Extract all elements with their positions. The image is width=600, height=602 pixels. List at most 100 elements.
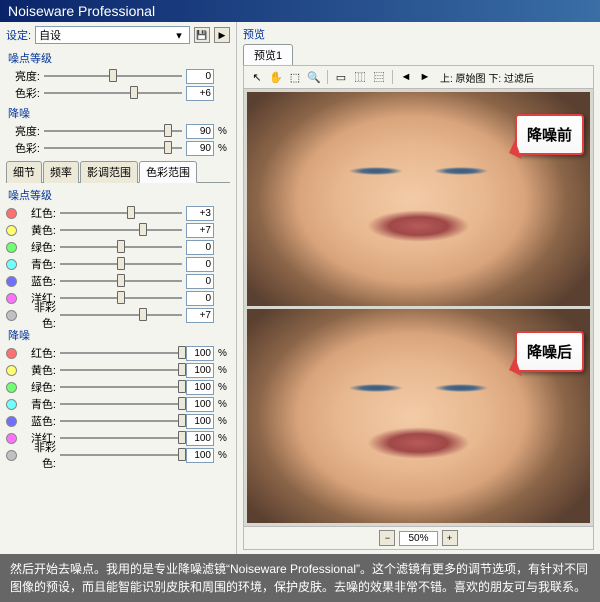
window-titlebar: Noiseware Professional [0, 0, 600, 22]
slider-value-input[interactable]: 0 [186, 274, 214, 289]
preset-value: 自设 [39, 27, 61, 43]
nav-right-icon[interactable]: ► [417, 69, 433, 85]
slider-value-input[interactable]: 0 [186, 240, 214, 255]
unit-label: % [218, 126, 230, 137]
slider[interactable] [60, 414, 182, 428]
slider[interactable] [60, 274, 182, 288]
zoom-bar: − 50% + [243, 527, 594, 550]
slider-value-input[interactable]: 100 [186, 397, 214, 412]
slider-value-input[interactable]: +6 [186, 86, 214, 101]
color-swatch [6, 225, 17, 236]
color-swatch [6, 293, 17, 304]
preset-forward-button[interactable]: ▶ [214, 27, 230, 43]
slider-value-input[interactable]: 0 [186, 257, 214, 272]
color-swatch [6, 259, 17, 270]
slider-label: 黄色: [22, 362, 56, 378]
separator [392, 70, 393, 84]
chevron-down-icon: ▾ [172, 29, 186, 42]
slider-row: 绿色: 0 [6, 239, 230, 255]
marquee-tool-icon[interactable]: ⬚ [287, 69, 303, 85]
slider-value-input[interactable]: +7 [186, 223, 214, 238]
slider-value-input[interactable]: 100 [186, 380, 214, 395]
tab-3[interactable]: 色彩范围 [139, 161, 197, 183]
slider[interactable] [60, 240, 182, 254]
slider-value-input[interactable]: 90 [186, 124, 214, 139]
slider[interactable] [60, 291, 182, 305]
slider-value-input[interactable]: +3 [186, 206, 214, 221]
slider[interactable] [60, 363, 182, 377]
slider-value-input[interactable]: 100 [186, 363, 214, 378]
color-swatch [6, 276, 17, 287]
preview-tab[interactable]: 预览1 [243, 44, 293, 65]
caption-text: 然后开始去噪点。我用的是专业降噪滤镜“Noiseware Professiona… [0, 554, 600, 602]
tab-0[interactable]: 细节 [6, 161, 42, 183]
unit-label: % [218, 433, 230, 444]
slider[interactable] [44, 69, 182, 83]
slider[interactable] [60, 380, 182, 394]
slider-row: 红色: 100% [6, 345, 230, 361]
slider[interactable] [60, 431, 182, 445]
preview-before-image[interactable]: 降噪前 [247, 92, 590, 306]
slider[interactable] [60, 257, 182, 271]
layout-split-h-icon[interactable]: ⿲ [352, 69, 368, 85]
color-swatch [6, 365, 17, 376]
unit-label: % [218, 365, 230, 376]
tab-2[interactable]: 影调范围 [80, 161, 138, 183]
color-swatch [6, 433, 17, 444]
slider[interactable] [60, 397, 182, 411]
slider[interactable] [60, 308, 182, 322]
app-body: 设定: 自设 ▾ 💾 ▶ 噪点等级 亮度: 0 色彩: +6 降噪 亮度: 90… [0, 22, 600, 554]
slider-label: 蓝色: [22, 413, 56, 429]
noise-level-header: 噪点等级 [8, 50, 230, 66]
slider-value-input[interactable]: 100 [186, 414, 214, 429]
unit-label: % [218, 348, 230, 359]
zoom-tool-icon[interactable]: 🔍 [306, 69, 322, 85]
preset-select[interactable]: 自设 ▾ [35, 26, 190, 44]
save-preset-button[interactable]: 💾 [194, 27, 210, 43]
slider-value-input[interactable]: +7 [186, 308, 214, 323]
slider-label: 亮度: [6, 68, 40, 84]
slider-value-input[interactable]: 100 [186, 431, 214, 446]
layout-single-icon[interactable]: ▭ [333, 69, 349, 85]
slider-value-input[interactable]: 0 [186, 291, 214, 306]
slider-value-input[interactable]: 90 [186, 141, 214, 156]
slider-value-input[interactable]: 100 [186, 346, 214, 361]
tab-bar: 细节频率影调范围色彩范围 [6, 160, 230, 183]
slider-value-input[interactable]: 100 [186, 448, 214, 463]
settings-panel: 设定: 自设 ▾ 💾 ▶ 噪点等级 亮度: 0 色彩: +6 降噪 亮度: 90… [0, 22, 237, 554]
color-swatch [6, 382, 17, 393]
slider-label: 非彩色: [22, 439, 56, 471]
slider[interactable] [60, 223, 182, 237]
slider[interactable] [44, 86, 182, 100]
slider[interactable] [44, 141, 182, 155]
nav-left-icon[interactable]: ◄ [398, 69, 414, 85]
zoom-out-button[interactable]: − [379, 530, 395, 546]
slider-value-input[interactable]: 0 [186, 69, 214, 84]
pointer-tool-icon[interactable]: ↖ [249, 69, 265, 85]
color-swatch [6, 310, 17, 321]
slider-row: 亮度: 0 [6, 68, 230, 84]
unit-label: % [218, 399, 230, 410]
toolbar-text: 上: 原始图 下: 过滤后 [440, 70, 534, 85]
zoom-value: 50% [399, 531, 437, 546]
noise-reduce-header: 降噪 [8, 105, 230, 121]
color-swatch [6, 450, 17, 461]
hand-tool-icon[interactable]: ✋ [268, 69, 284, 85]
slider-label: 红色: [22, 205, 56, 221]
preview-area: 降噪前 降噪后 [243, 89, 594, 527]
preview-after-image[interactable]: 降噪后 [247, 309, 590, 523]
slider[interactable] [60, 206, 182, 220]
slider[interactable] [60, 346, 182, 360]
zoom-in-button[interactable]: + [442, 530, 458, 546]
unit-label: % [218, 450, 230, 461]
slider[interactable] [60, 448, 182, 462]
slider[interactable] [44, 124, 182, 138]
slider-row: 非彩色: 100% [6, 447, 230, 463]
tab-1[interactable]: 频率 [43, 161, 79, 183]
color-swatch [6, 399, 17, 410]
slider-label: 色彩: [6, 85, 40, 101]
slider-label: 红色: [22, 345, 56, 361]
layout-split-v-icon[interactable]: ⿳ [371, 69, 387, 85]
slider-label: 黄色: [22, 222, 56, 238]
slider-label: 色彩: [6, 140, 40, 156]
